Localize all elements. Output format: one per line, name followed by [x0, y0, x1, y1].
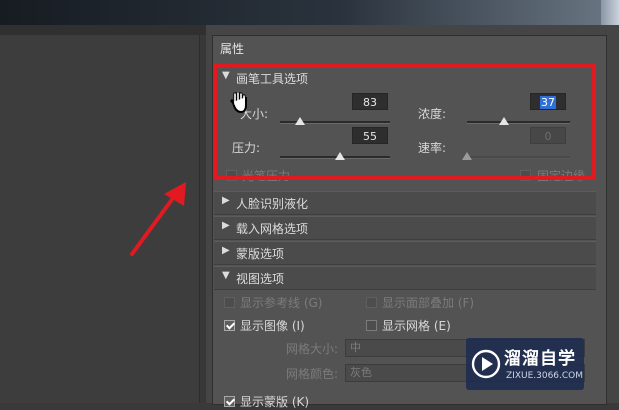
window-title-bar [0, 0, 619, 25]
hand-cursor-icon [230, 92, 247, 114]
section-face-aware-liquify[interactable]: ▶ 人脸识别液化 [214, 191, 596, 215]
section-label: 人脸识别液化 [236, 197, 309, 211]
section-load-mesh-options[interactable]: ▶ 载入网格选项 [214, 216, 596, 240]
watermark-logo: 溜溜自学 ZIXUE.3066.COM [466, 338, 584, 390]
show-face-overlay-label: 显示面部叠加 (F) [382, 296, 475, 310]
canvas-top-strip [0, 25, 206, 35]
show-mesh-label: 显示网格 (E) [382, 319, 451, 333]
show-image-label: 显示图像 (I) [240, 319, 305, 333]
triangle-right-icon: ▶ [222, 245, 230, 256]
triangle-right-icon: ▶ [222, 220, 230, 231]
mesh-color-label: 网格颜色: [286, 367, 339, 381]
section-label: 蒙版选项 [236, 247, 285, 261]
watermark-title: 溜溜自学 [504, 349, 576, 369]
show-mask-label: 显示蒙版 (K) [240, 395, 310, 409]
section-label: 载入网格选项 [236, 222, 309, 236]
show-guides-label: 显示参考线 (G) [240, 296, 323, 310]
watermark-url: ZIXUE.3066.COM [506, 371, 584, 381]
panel-title: 属性 [220, 42, 245, 56]
triangle-right-icon: ▶ [222, 195, 230, 206]
play-logo-icon [471, 349, 501, 379]
window-edge [601, 0, 619, 25]
red-arrow-icon [130, 182, 186, 256]
show-image-checkbox[interactable] [224, 320, 235, 331]
mesh-size-label: 网格大小: [286, 342, 339, 356]
show-guides-checkbox[interactable] [224, 297, 235, 308]
show-face-overlay-checkbox[interactable] [366, 297, 377, 308]
section-view-options[interactable]: ▼ 视图选项 [214, 266, 596, 290]
triangle-down-icon: ▼ [222, 270, 230, 281]
highlight-box [213, 64, 596, 180]
section-label: 视图选项 [236, 272, 285, 286]
show-mesh-checkbox[interactable] [366, 320, 377, 331]
section-mask-options[interactable]: ▶ 蒙版选项 [214, 241, 596, 265]
show-mask-checkbox[interactable] [224, 396, 235, 407]
